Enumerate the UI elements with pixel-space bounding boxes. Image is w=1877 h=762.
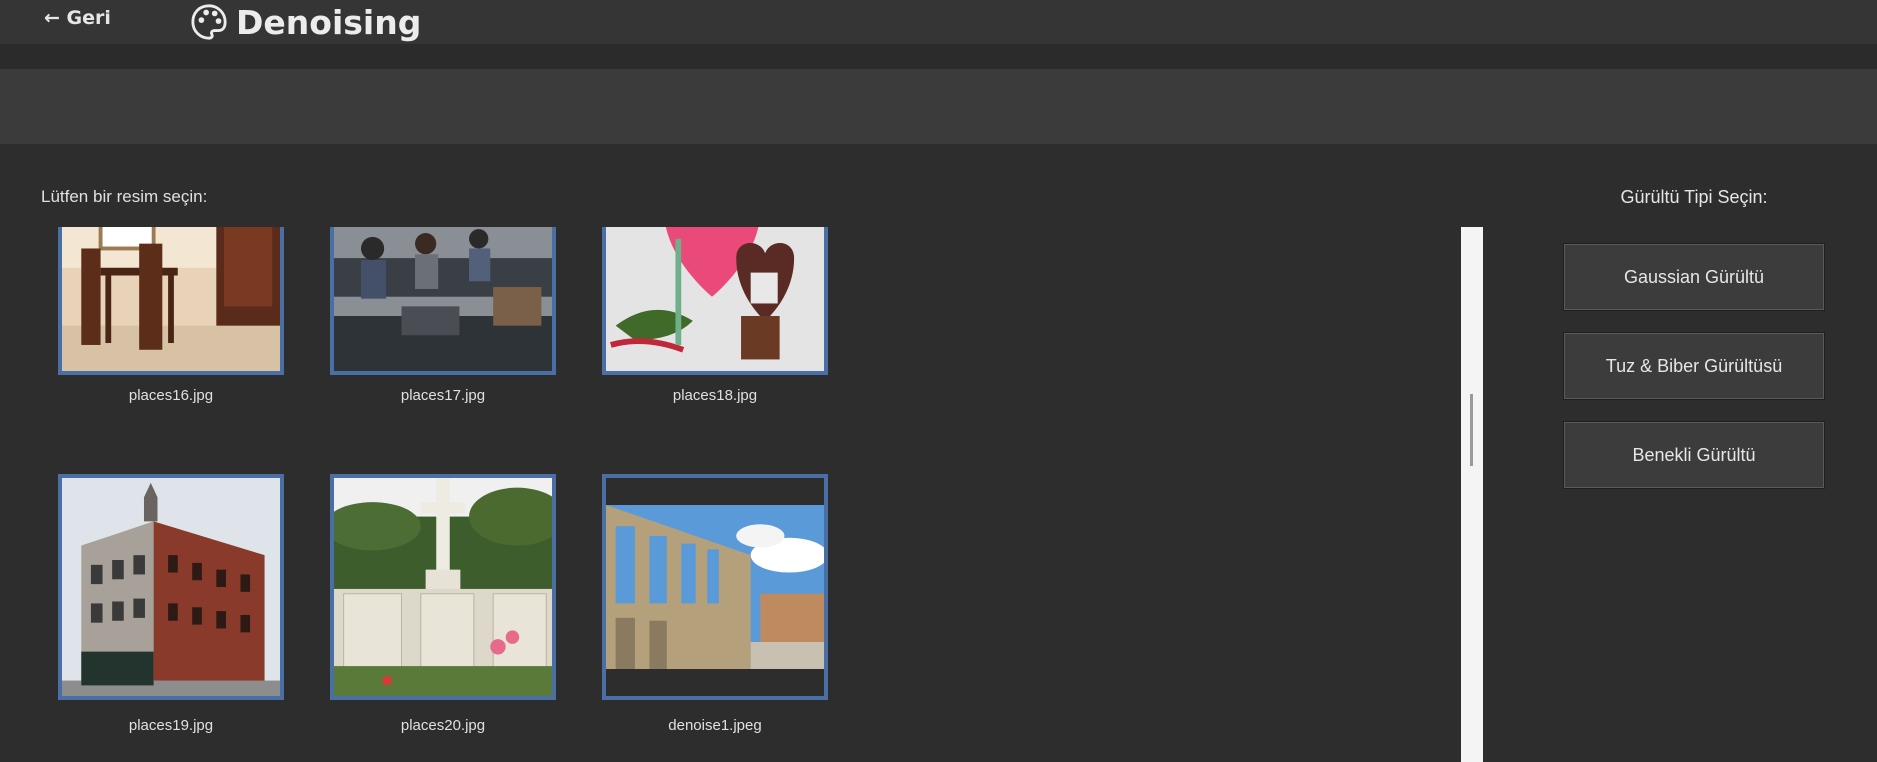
back-button[interactable]: ← Geri <box>44 7 111 29</box>
image-caption: places20.jpg <box>400 717 486 734</box>
brick-building-image <box>62 478 280 696</box>
image-thumb-places16[interactable] <box>58 227 284 375</box>
image-caption: places19.jpg <box>128 717 214 734</box>
select-image-prompt: Lütfen bir resim seçin: <box>41 187 208 206</box>
image-thumb-places18[interactable] <box>602 227 828 375</box>
image-caption: places16.jpg <box>128 387 214 404</box>
image-caption: places18.jpg <box>672 387 758 404</box>
page-title: Denoising <box>236 2 422 42</box>
love-hearts-image <box>606 227 824 371</box>
cemetery-cross-image <box>334 478 552 696</box>
image-thumb-places17[interactable] <box>330 227 556 375</box>
dining-room-image <box>62 227 280 371</box>
toolbar-area <box>0 69 1877 144</box>
gallery-scrollbar[interactable] <box>1461 227 1483 762</box>
salt-pepper-noise-button[interactable]: Tuz & Biber Gürültüsü <box>1563 332 1825 400</box>
image-caption: places17.jpg <box>400 387 486 404</box>
speckle-noise-button[interactable]: Benekli Gürültü <box>1563 421 1825 489</box>
image-thumb-places19[interactable] <box>58 474 284 700</box>
image-thumb-denoise1[interactable] <box>602 474 828 700</box>
image-thumb-places20[interactable] <box>330 474 556 700</box>
image-gallery[interactable]: places16.jpg places17.jpg places18.jpg p… <box>40 227 1460 762</box>
palette-icon <box>191 4 227 40</box>
noise-type-label: Gürültü Tipi Seçin: <box>1620 187 1768 207</box>
classroom-image <box>334 227 552 371</box>
aqueduct-image <box>606 478 824 696</box>
header-bar: ← Geri Denoising <box>0 0 1877 44</box>
image-caption: denoise1.jpeg <box>668 717 762 734</box>
gaussian-noise-button[interactable]: Gaussian Gürültü <box>1563 243 1825 311</box>
header-separator <box>0 44 1877 69</box>
scrollbar-thumb[interactable] <box>1470 394 1473 466</box>
title-group: Denoising <box>190 0 421 44</box>
